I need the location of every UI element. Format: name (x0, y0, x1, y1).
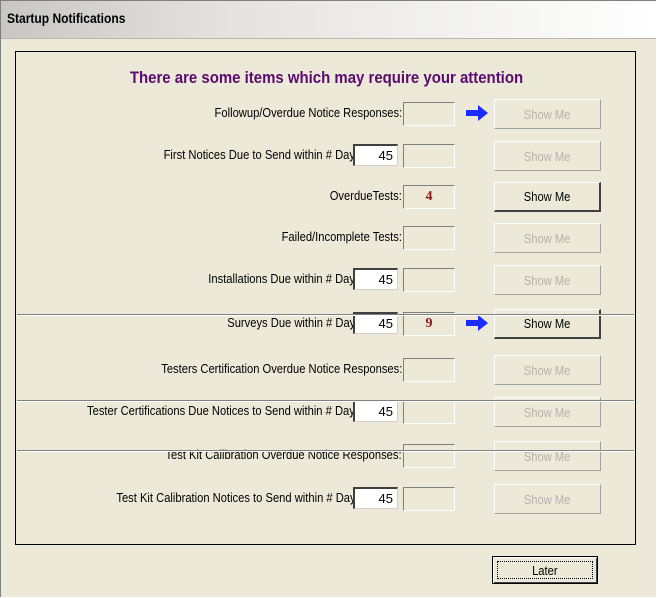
show-me-button-label: Show Me (523, 189, 571, 204)
item-count (403, 444, 455, 468)
notification-row: First Notices Due to Send within # Days:… (16, 141, 637, 171)
row-label: Failed/Incomplete Tests: (281, 229, 402, 244)
show-me-button[interactable]: Show Me (494, 265, 601, 295)
show-me-button[interactable]: Show Me (494, 441, 601, 471)
notification-row: OverdueTests: 4 Show Me (16, 182, 637, 212)
later-button-label: Later (532, 562, 558, 578)
notifications-panel: There are some items which may require y… (15, 51, 636, 545)
right-arrow-icon (466, 105, 488, 121)
notification-row: Installations Due within # Days: 45 Show M… (16, 265, 637, 295)
right-arrow-icon (466, 315, 488, 331)
show-me-button-label: Show Me (524, 230, 571, 246)
row-label: Test Kit Calibration Notices to Send wit… (116, 490, 364, 505)
show-me-button[interactable]: Show Me (494, 484, 601, 514)
item-count (403, 487, 455, 511)
item-count (403, 400, 455, 424)
row-label: Testers Certification Overdue Notice Res… (160, 361, 402, 376)
notification-row: Test Kit Calibration Notices to Send wit… (16, 484, 637, 514)
row-label: OverdueTests: (329, 188, 402, 203)
item-count (403, 358, 455, 382)
show-me-button[interactable]: Show Me (494, 355, 601, 385)
notification-row: Followup/Overdue Notice Responses: Show M… (16, 99, 637, 129)
show-me-button-label: Show Me (524, 106, 571, 122)
item-count (403, 268, 455, 292)
days-input[interactable]: 45 (353, 268, 398, 290)
row-label: Followup/Overdue Notice Responses: (214, 105, 402, 120)
separator (17, 450, 634, 452)
show-me-button-label: Show Me (524, 491, 571, 507)
item-count (403, 102, 455, 126)
show-me-button-label: Show Me (524, 362, 571, 378)
row-label: Surveys Due within # Days: (227, 315, 364, 330)
show-me-button[interactable]: Show Me (494, 182, 601, 212)
title-bar: Startup Notifications (1, 1, 656, 39)
separator (17, 400, 634, 402)
show-me-button[interactable]: Show Me (494, 223, 601, 253)
show-me-button-label: Show Me (524, 148, 571, 164)
startup-notifications-window: Startup Notifications There are some ite… (0, 0, 656, 597)
show-me-button-label: Show Me (524, 404, 571, 420)
notification-row: Testers Certification Overdue Notice Res… (16, 355, 637, 385)
show-me-button-label: Show Me (523, 316, 571, 331)
notification-row: Test Kit Calibration Overdue Notice Resp… (16, 441, 637, 471)
item-count (403, 226, 455, 250)
item-count: 4 (403, 185, 455, 209)
row-label: Installations Due within # Days: (208, 271, 364, 286)
show-me-button[interactable]: Show Me (494, 141, 601, 171)
show-me-button[interactable]: Show Me (494, 99, 601, 129)
days-input[interactable]: 45 (353, 400, 398, 422)
window-title: Startup Notifications (7, 10, 126, 26)
days-input[interactable]: 45 (353, 144, 398, 166)
days-input[interactable]: 45 (353, 487, 398, 509)
row-label: Tester Certifications Due Notices to Sen… (87, 403, 364, 418)
notification-row: Failed/Incomplete Tests: Show Me (16, 223, 637, 253)
item-count (403, 144, 455, 168)
attention-heading: There are some items which may require y… (129, 68, 524, 87)
show-me-button-label: Show Me (524, 272, 571, 288)
row-label: First Notices Due to Send within # Days: (163, 147, 364, 162)
later-button[interactable]: Later (492, 556, 598, 584)
separator (17, 314, 634, 316)
